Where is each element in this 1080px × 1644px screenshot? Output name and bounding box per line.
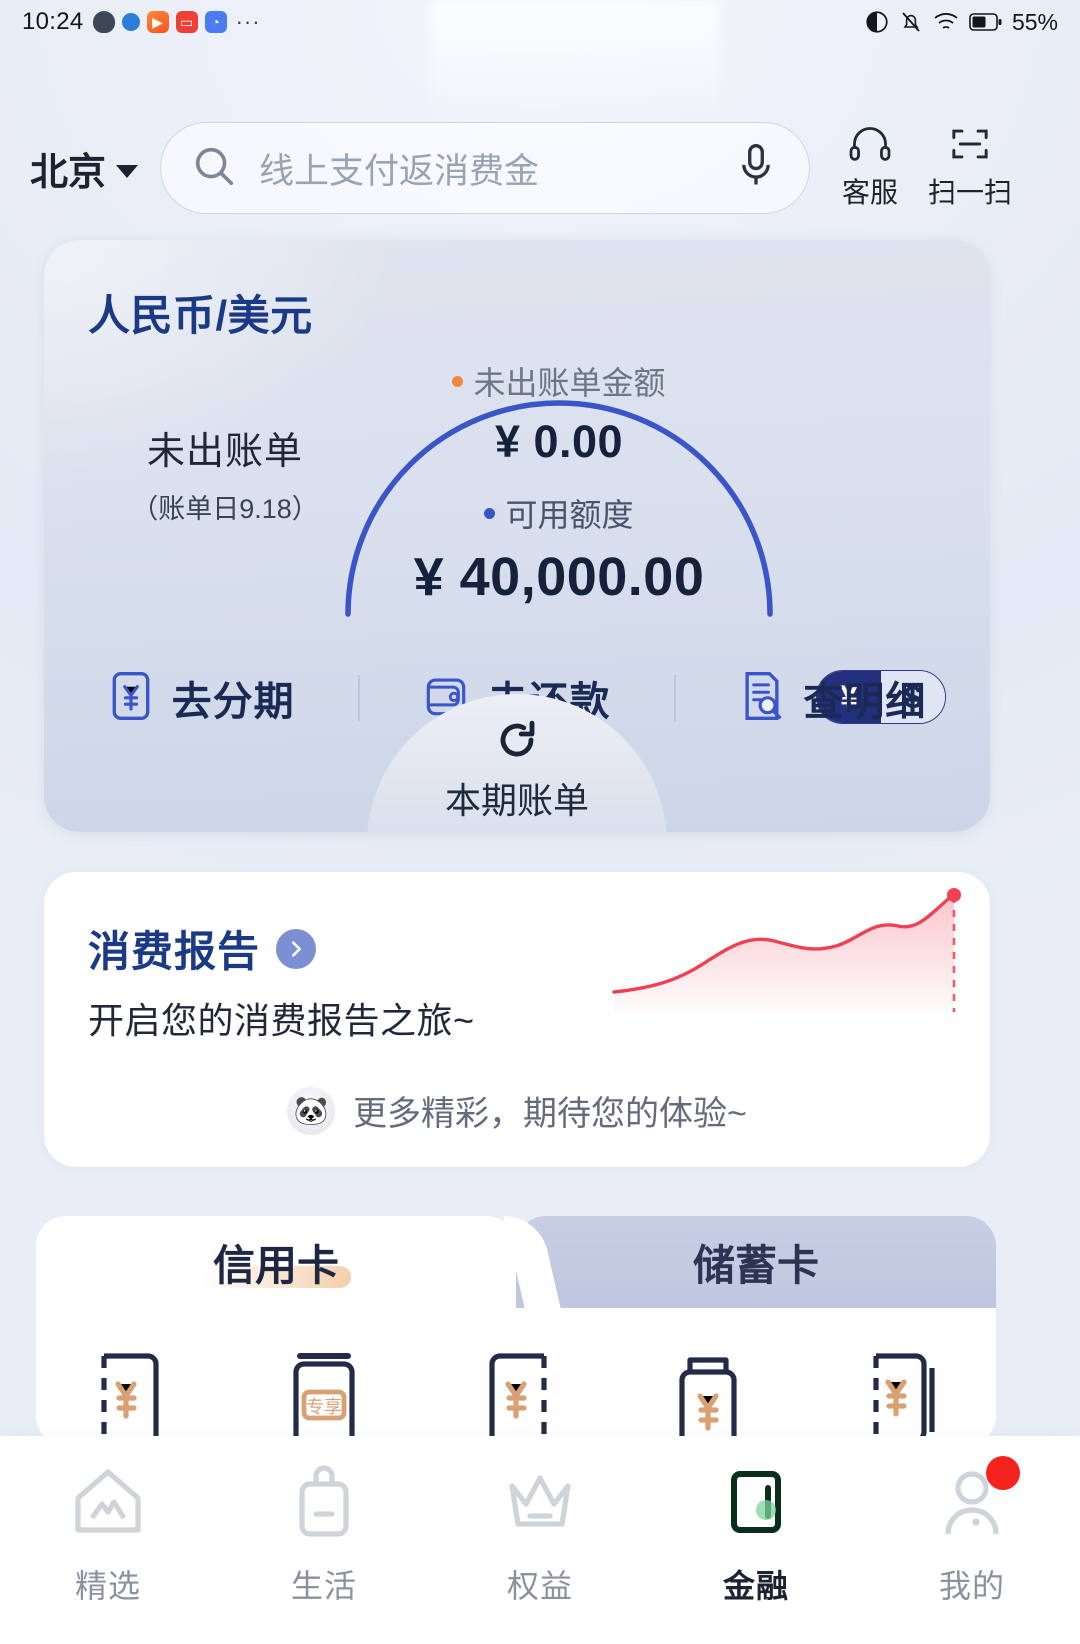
status-time: 10:24 [22, 8, 84, 35]
finance-phone-icon [716, 1462, 796, 1547]
nav-label-featured: 精选 [74, 1568, 141, 1604]
nav-label-life: 生活 [290, 1568, 357, 1604]
nav-label-mine: 我的 [938, 1568, 1005, 1604]
available-credit-caption: 可用额度 [505, 497, 634, 533]
shield-icon [92, 11, 115, 33]
scan-icon [949, 126, 991, 167]
consumption-report-card[interactable]: 消费报告 开启您的消费报告之旅~ 🐼 更多精彩，期待您的体验~ [44, 872, 990, 1167]
search-placeholder: 线上支付返消费金 [259, 151, 540, 191]
chevron-right-icon[interactable] [276, 928, 317, 969]
unbilled-summary: 未出账单 （账单日9.18） [100, 420, 350, 526]
view-details-button[interactable]: 查明细 [676, 669, 990, 727]
tab-savings-card-label: 储蓄卡 [692, 1241, 819, 1289]
report-title: 消费报告 [88, 928, 261, 975]
tab-credit-card-label: 信用卡 [212, 1241, 339, 1289]
unbilled-label: 未出账单 [146, 431, 303, 473]
bag-icon [284, 1462, 364, 1547]
unbilled-amount-row: 未出账单金额 [334, 358, 784, 404]
nav-item-featured[interactable]: 精选 [0, 1462, 216, 1607]
record-icon: ▭ [175, 11, 198, 33]
customer-service-label: 客服 [842, 176, 899, 208]
status-bar-left: 10:24 ▶ ▭ ◔ ··· [22, 8, 261, 36]
report-sparkline-chart [610, 886, 990, 1016]
blue-dot-icon [484, 507, 496, 519]
customer-service-button[interactable]: 客服 [820, 126, 920, 211]
headphone-icon [848, 126, 892, 167]
installment-label: 去分期 [171, 680, 295, 724]
card-panel-title: 人民币/美元 [88, 292, 313, 339]
tab-credit-card[interactable]: 信用卡 [36, 1216, 516, 1308]
report-footer: 🐼 更多精彩，期待您的体验~ [44, 1086, 990, 1135]
installment-button[interactable]: 去分期 [44, 669, 358, 727]
nav-item-life[interactable]: 生活 [216, 1462, 432, 1607]
gauge-inner: 未出账单金额 ¥ 0.00 可用额度 ¥ 40,000.00 [334, 358, 784, 608]
search-input[interactable]: 线上支付返消费金 [160, 122, 811, 214]
top-bar: 北京 线上支付返消费金 客服 扫一扫 [0, 116, 1080, 220]
refresh-icon [493, 716, 541, 769]
svg-text:专享: 专享 [306, 1397, 342, 1418]
unbilled-amount-caption: 未出账单金额 [473, 365, 666, 401]
view-details-label: 查明细 [803, 680, 927, 724]
card-list-panel: 信用卡 储蓄卡 专享 [36, 1216, 996, 1448]
current-bill-label: 本期账单 [444, 780, 589, 821]
wifi-icon [932, 10, 960, 34]
tab-savings-card[interactable]: 储蓄卡 [516, 1216, 996, 1308]
bottom-navigation: 精选 生活 权益 金融 我的 [0, 1436, 1080, 1644]
report-title-row[interactable]: 消费报告 [88, 918, 317, 979]
play-icon: ▶ [146, 11, 169, 33]
orange-dot-icon [452, 375, 464, 387]
credit-gauge: 未出账单金额 ¥ 0.00 可用额度 ¥ 40,000.00 [334, 312, 784, 620]
city-label: 北京 [30, 151, 107, 194]
battery-percent: 55% [1011, 8, 1058, 35]
status-bar: 10:24 ▶ ▭ ◔ ··· 55% [0, 0, 1080, 44]
overflow-dots-icon: ··· [235, 9, 261, 34]
panda-emoji-icon: 🐼 [287, 1086, 336, 1135]
card-icon-row: 专享 [36, 1348, 996, 1448]
eye-care-icon [864, 9, 890, 35]
card-list-body: 专享 [36, 1308, 996, 1448]
card-tabs: 信用卡 储蓄卡 [36, 1216, 996, 1308]
report-subtitle: 开启您的消费报告之旅~ [88, 1000, 475, 1041]
mute-bell-icon [899, 9, 923, 35]
search-icon [191, 143, 237, 194]
scan-label: 扫一扫 [928, 176, 1013, 208]
report-footer-text: 更多精彩，期待您的体验~ [353, 1095, 747, 1133]
home-icon [68, 1462, 148, 1547]
available-credit-row: 可用额度 [334, 490, 784, 536]
crown-icon [500, 1462, 580, 1547]
nav-item-benefits[interactable]: 权益 [432, 1462, 648, 1607]
nav-label-benefits: 权益 [506, 1568, 573, 1604]
document-search-icon [739, 670, 785, 727]
nav-item-mine[interactable]: 我的 [864, 1456, 1080, 1607]
battery-icon [969, 12, 1003, 32]
nav-item-finance[interactable]: 金融 [648, 1462, 864, 1607]
chevron-down-icon [116, 164, 139, 178]
city-selector[interactable]: 北京 [30, 141, 139, 196]
microphone-icon[interactable] [733, 142, 779, 195]
statement-date-label: （账单日9.18） [131, 494, 319, 524]
unbilled-amount-value: ¥ 0.00 [494, 416, 624, 467]
nav-label-finance: 金融 [722, 1568, 789, 1604]
scan-button[interactable]: 扫一扫 [920, 126, 1020, 211]
available-credit-value: ¥ 40,000.00 [413, 547, 705, 607]
app-icon: ◔ [204, 11, 227, 33]
top-actions: 客服 扫一扫 [820, 126, 1020, 211]
status-bar-right: 55% [864, 9, 1058, 36]
dot-icon [121, 13, 140, 31]
credit-card-panel[interactable]: 人民币/美元 未出账单 （账单日9.18） 未出账单金额 ¥ 0.00 可用额度… [44, 240, 990, 832]
yen-document-icon [108, 670, 154, 727]
status-badge [986, 1456, 1020, 1490]
